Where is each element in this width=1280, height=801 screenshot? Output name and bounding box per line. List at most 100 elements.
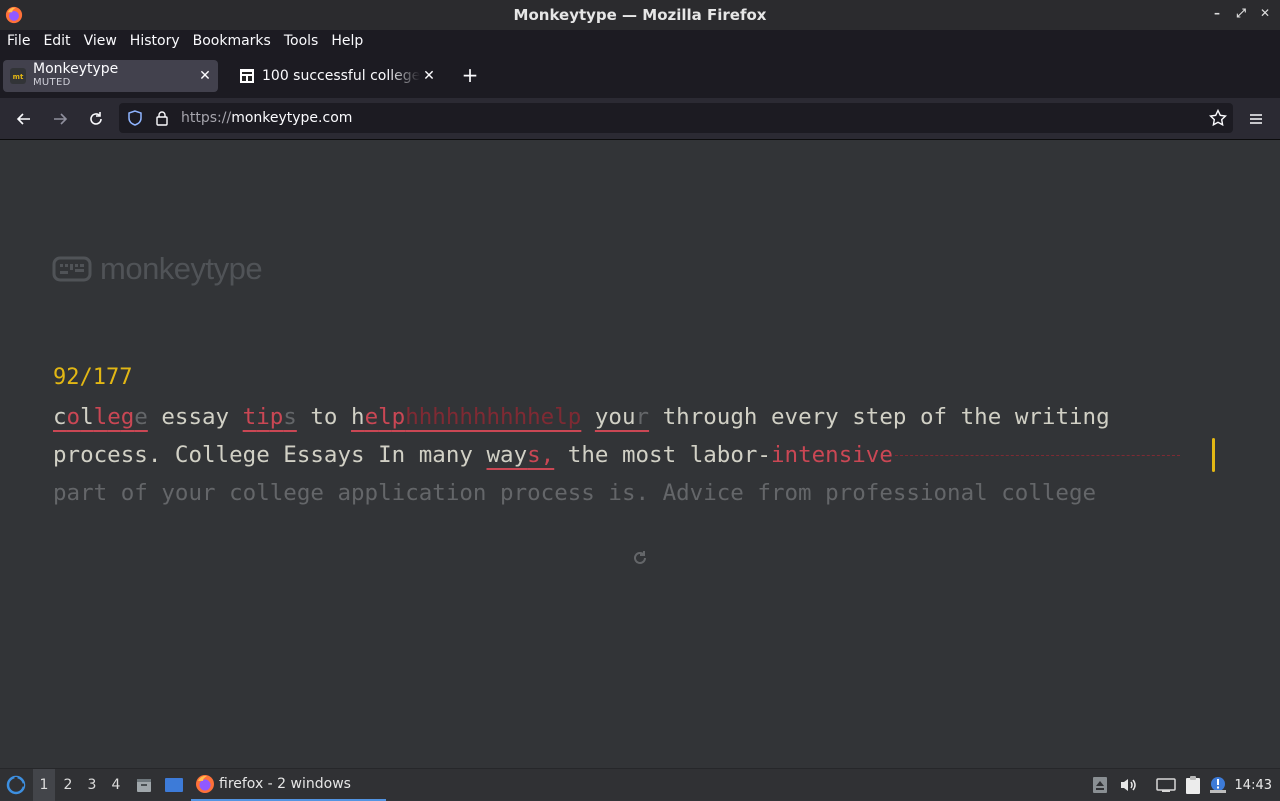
typed-word: ways, — [487, 436, 555, 474]
typed-word: your — [595, 398, 649, 436]
word-letters: i — [256, 404, 270, 430]
forward-button[interactable] — [49, 108, 71, 130]
url-scheme: https:// — [181, 110, 232, 126]
workspace-2-button[interactable]: 2 — [57, 769, 79, 801]
typed-word: through — [663, 398, 758, 436]
menu-file[interactable]: File — [7, 33, 30, 49]
keyboard-logo-icon — [52, 256, 92, 282]
word-letters: o — [66, 404, 81, 430]
typing-test-words[interactable]: college essay tips to helphhhhhhhhhhelp … — [53, 398, 1223, 512]
workspace-3-button[interactable]: 3 — [81, 769, 103, 801]
word-letters: s, — [527, 442, 555, 468]
maximize-button[interactable]: ⤢ — [1234, 6, 1248, 21]
desktop-icon — [165, 778, 183, 792]
tab-monkeytype[interactable]: mt Monkeytype MUTED ✕ — [3, 60, 218, 92]
app-menu-button[interactable] — [1245, 108, 1267, 130]
start-menu-button[interactable] — [4, 769, 28, 801]
word-letters: h — [351, 404, 365, 430]
show-desktop-button[interactable] — [162, 769, 186, 801]
menu-history[interactable]: History — [130, 33, 180, 49]
word-letters: c — [53, 404, 67, 430]
arrow-right-icon — [54, 113, 68, 125]
word-letters: College — [174, 442, 270, 468]
word-letters: e — [107, 404, 121, 430]
lock-icon[interactable] — [154, 110, 170, 126]
close-tab-icon[interactable]: ✕ — [196, 68, 214, 84]
address-bar[interactable]: https://monkeytype.com — [119, 103, 1233, 133]
tab-muted-label: MUTED — [33, 77, 71, 88]
taskbar-window-firefox[interactable]: firefox - 2 windows — [191, 769, 386, 801]
word-line: part of your college application process… — [53, 474, 1223, 512]
typed-word: labor-intensive — [690, 436, 893, 474]
eject-tray-button[interactable] — [1090, 769, 1110, 801]
monkeytype-favicon-icon: mt — [10, 68, 26, 84]
typed-word: step — [852, 398, 906, 436]
window-titlebar: Monkeytype — Mozilla Firefox – ⤢ ✕ — [0, 0, 1280, 30]
skipped-remainder-line — [894, 455, 1180, 456]
typed-word: College — [175, 436, 270, 474]
hamburger-menu-icon — [1250, 114, 1262, 124]
typed-word: every — [771, 398, 839, 436]
typed-word: to — [310, 398, 337, 436]
bookmark-star-icon[interactable] — [1209, 109, 1227, 127]
clock[interactable]: 14:43 — [1235, 769, 1272, 801]
menu-bookmarks[interactable]: Bookmarks — [193, 33, 271, 49]
navigation-toolbar: https://monkeytype.com — [0, 98, 1280, 140]
word-letters: every — [770, 404, 839, 430]
monkeytype-logo[interactable]: monkeytype — [52, 251, 263, 287]
file-manager-icon — [137, 779, 151, 792]
workspace-4-button[interactable]: 4 — [105, 769, 127, 801]
word-letters: g — [120, 404, 135, 430]
typed-word: Essays — [283, 436, 364, 474]
word-letters: Essays — [283, 442, 365, 468]
logo-text: monkeytype — [100, 251, 263, 286]
reload-icon — [90, 112, 102, 125]
new-tab-button[interactable]: + — [460, 65, 480, 86]
clipboard-icon — [1186, 776, 1200, 794]
url-text[interactable]: https://monkeytype.com — [181, 110, 352, 126]
word-letters: t — [242, 404, 257, 430]
url-host: monkeytype.com — [231, 110, 353, 126]
firefox-logo-icon — [5, 6, 23, 24]
close-window-button[interactable]: ✕ — [1258, 6, 1272, 21]
shield-icon[interactable] — [127, 110, 143, 126]
volume-tray-button[interactable] — [1118, 769, 1138, 801]
extra-letters: hhhhhhhhhhelp — [405, 404, 582, 430]
word-letters: process. — [53, 442, 162, 468]
arrow-left-icon — [16, 113, 30, 125]
word-letters: e — [134, 404, 148, 430]
menu-edit[interactable]: Edit — [43, 33, 70, 49]
menu-help[interactable]: Help — [331, 33, 363, 49]
tab-title: Monkeytype — [33, 62, 119, 77]
restart-test-icon[interactable] — [631, 549, 649, 567]
window-controls: – ⤢ ✕ — [1210, 6, 1272, 21]
menu-view[interactable]: View — [84, 33, 117, 49]
tab-college-essays[interactable]: 100 successful college app ✕ — [232, 60, 442, 92]
network-tray-button[interactable] — [1155, 769, 1177, 801]
word-letters: In — [378, 442, 406, 468]
clipboard-tray-button[interactable] — [1182, 769, 1204, 801]
file-manager-launcher[interactable] — [133, 769, 155, 801]
typed-word: part of your college application process… — [53, 474, 1096, 512]
close-tab-icon[interactable]: ✕ — [420, 68, 438, 84]
taskbar-window-label: firefox - 2 windows — [219, 776, 351, 792]
distro-logo-icon — [6, 775, 26, 795]
word-line: college essay tips to helphhhhhhhhhhelp … — [53, 398, 1223, 436]
word-letters: many — [418, 442, 473, 468]
typing-caret — [1212, 438, 1215, 472]
svg-text:mt: mt — [13, 73, 24, 81]
window-title: Monkeytype — Mozilla Firefox — [513, 6, 767, 24]
minimize-button[interactable]: – — [1210, 6, 1224, 21]
back-button[interactable] — [13, 108, 35, 130]
reload-button[interactable] — [85, 108, 107, 130]
word-letters: e — [364, 404, 379, 430]
typed-word: the — [961, 398, 1002, 436]
workspace-1-button[interactable]: 1 — [33, 769, 55, 801]
menu-tools[interactable]: Tools — [284, 33, 319, 49]
typed-word: tips — [243, 398, 297, 436]
typed-word: essay — [161, 398, 229, 436]
word-letters: l — [80, 404, 94, 430]
word-letters: you — [594, 404, 636, 430]
notifications-tray-button[interactable] — [1207, 769, 1229, 801]
word-letters: to — [310, 404, 338, 430]
